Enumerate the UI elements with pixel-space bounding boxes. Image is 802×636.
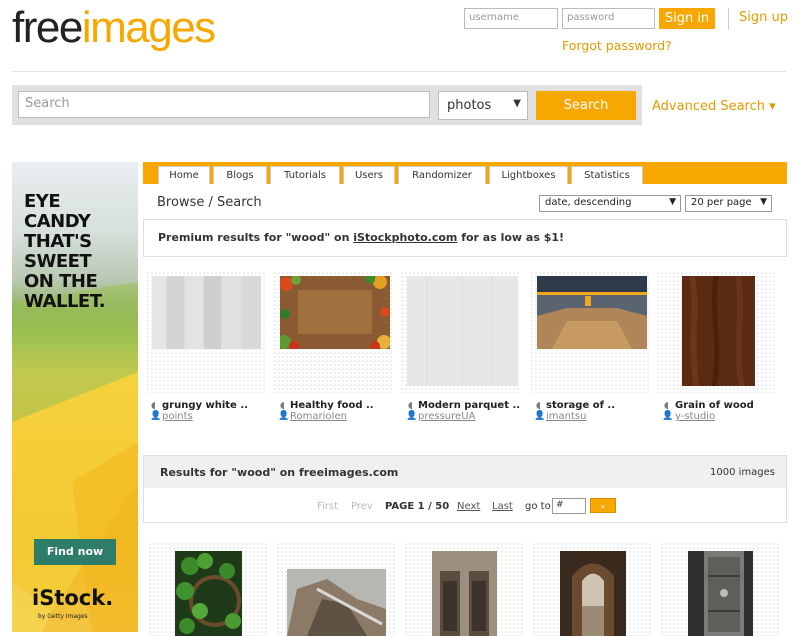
- chevron-down-icon: ▼: [760, 197, 767, 207]
- user-icon: 👤: [662, 411, 674, 421]
- lock-icon: ◖: [664, 401, 669, 411]
- thumb-user[interactable]: points: [162, 411, 193, 422]
- header-rule: [12, 71, 786, 72]
- category-select-value: photos: [447, 98, 492, 113]
- lock-icon: ◖: [151, 401, 156, 411]
- sort-select-value: date, descending: [545, 197, 632, 208]
- chevron-down-icon: ▼: [669, 197, 676, 207]
- thumb-image-storage[interactable]: [537, 276, 647, 349]
- sign-in-button[interactable]: Sign in: [659, 8, 715, 29]
- goto-page-input[interactable]: #: [552, 498, 586, 514]
- thumb-image-parquet[interactable]: [407, 276, 518, 386]
- istock-ad-banner[interactable]: EYE CANDY THAT'S SWEET ON THE WALLET. Fi…: [12, 162, 138, 632]
- ad-headline: EYE CANDY THAT'S SWEET ON THE WALLET.: [24, 191, 106, 312]
- thumb-user[interactable]: y-studio: [675, 411, 715, 422]
- user-icon: 👤: [278, 411, 290, 421]
- thumb-image-stone-doors[interactable]: [432, 551, 497, 636]
- thumb-image-wooden-door[interactable]: [560, 551, 626, 636]
- tab-lightboxes[interactable]: Lightboxes: [489, 166, 568, 184]
- ad-headline-line: SWEET: [24, 251, 92, 272]
- page-indicator: PAGE 1 / 50: [385, 501, 450, 512]
- ad-background-shapes: [12, 282, 138, 632]
- tab-blogs[interactable]: Blogs: [213, 166, 267, 184]
- thumb-image-ivy-wheel[interactable]: [175, 551, 242, 636]
- ad-headline-line: WALLET.: [24, 291, 106, 312]
- advanced-search-link[interactable]: Advanced Search ▾: [652, 99, 776, 114]
- per-page-select-value: 20 per page: [691, 197, 752, 208]
- lock-icon: ◖: [536, 401, 541, 411]
- goto-label: go to: [525, 501, 551, 512]
- premium-text-before: Premium results for "wood" on: [158, 231, 354, 244]
- premium-text-after: for as low as $1!: [457, 231, 565, 244]
- thumb-image-white-wood[interactable]: [152, 276, 261, 349]
- thumb-title[interactable]: Grain of wood: [675, 400, 754, 411]
- thumb-image-wood-grain[interactable]: [682, 276, 755, 386]
- username-input[interactable]: username: [464, 8, 558, 29]
- lock-icon: ◖: [280, 401, 285, 411]
- category-select[interactable]: photos ▼: [438, 91, 528, 120]
- tab-statistics[interactable]: Statistics: [571, 166, 643, 184]
- user-icon: 👤: [150, 411, 162, 421]
- tab-home[interactable]: Home: [158, 166, 210, 184]
- pager-first: First: [317, 501, 339, 512]
- arrow-right-icon: »: [600, 502, 606, 511]
- ad-headline-line: THAT'S: [24, 231, 92, 252]
- thumb-title[interactable]: storage of ..: [546, 400, 615, 411]
- lock-icon: ◖: [408, 401, 413, 411]
- tab-tutorials[interactable]: Tutorials: [270, 166, 340, 184]
- thumb-title[interactable]: Modern parquet ..: [418, 400, 520, 411]
- user-icon: 👤: [406, 411, 418, 421]
- thumb-image-healthy-food[interactable]: [280, 276, 390, 349]
- tab-users[interactable]: Users: [343, 166, 395, 184]
- per-page-select[interactable]: 20 per page ▼: [685, 195, 772, 212]
- site-logo[interactable]: freeimages: [12, 3, 216, 52]
- logo-free-text: free: [12, 3, 83, 52]
- search-input[interactable]: Search: [18, 91, 430, 118]
- istock-logo-sub: by Getty Images: [38, 613, 88, 620]
- tab-randomizer[interactable]: Randomizer: [398, 166, 486, 184]
- ad-headline-line: CANDY: [24, 211, 91, 232]
- sort-select[interactable]: date, descending ▼: [539, 195, 681, 212]
- istock-logo: iStock.: [32, 586, 114, 610]
- chevron-down-icon: ▼: [513, 98, 521, 109]
- pager-last[interactable]: Last: [492, 501, 513, 512]
- forgot-password-link[interactable]: Forgot password?: [562, 38, 672, 53]
- results-count: 1000 images: [710, 467, 775, 478]
- goto-page-button[interactable]: »: [590, 498, 616, 513]
- thumb-title[interactable]: Healthy food ..: [290, 400, 374, 411]
- search-button[interactable]: Search: [536, 91, 636, 120]
- page-title: Browse / Search: [157, 195, 262, 210]
- thumb-image-broken-tree[interactable]: [287, 569, 386, 636]
- user-icon: 👤: [534, 411, 546, 421]
- ad-headline-line: EYE: [24, 191, 61, 212]
- thumb-user[interactable]: pressureUA: [418, 411, 475, 422]
- thumb-user[interactable]: RomarioIen: [290, 411, 347, 422]
- premium-results-text: Premium results for "wood" on iStockphot…: [158, 231, 564, 244]
- results-title: Results for "wood" on freeimages.com: [160, 466, 399, 479]
- ad-headline-line: ON THE: [24, 271, 98, 292]
- istockphoto-link[interactable]: iStockphoto.com: [353, 231, 457, 244]
- thumb-title[interactable]: grungy white ..: [162, 400, 248, 411]
- header-divider: [728, 8, 729, 30]
- logo-images-text: images: [81, 3, 216, 52]
- thumb-image-iron-door[interactable]: [688, 551, 753, 636]
- pager-next[interactable]: Next: [457, 501, 480, 512]
- password-input[interactable]: password: [562, 8, 655, 29]
- thumb-user[interactable]: imantsu: [546, 411, 586, 422]
- pager-prev: Prev: [351, 501, 373, 512]
- ad-find-now-button[interactable]: Find now: [34, 539, 116, 565]
- sign-up-link[interactable]: Sign up: [739, 10, 788, 25]
